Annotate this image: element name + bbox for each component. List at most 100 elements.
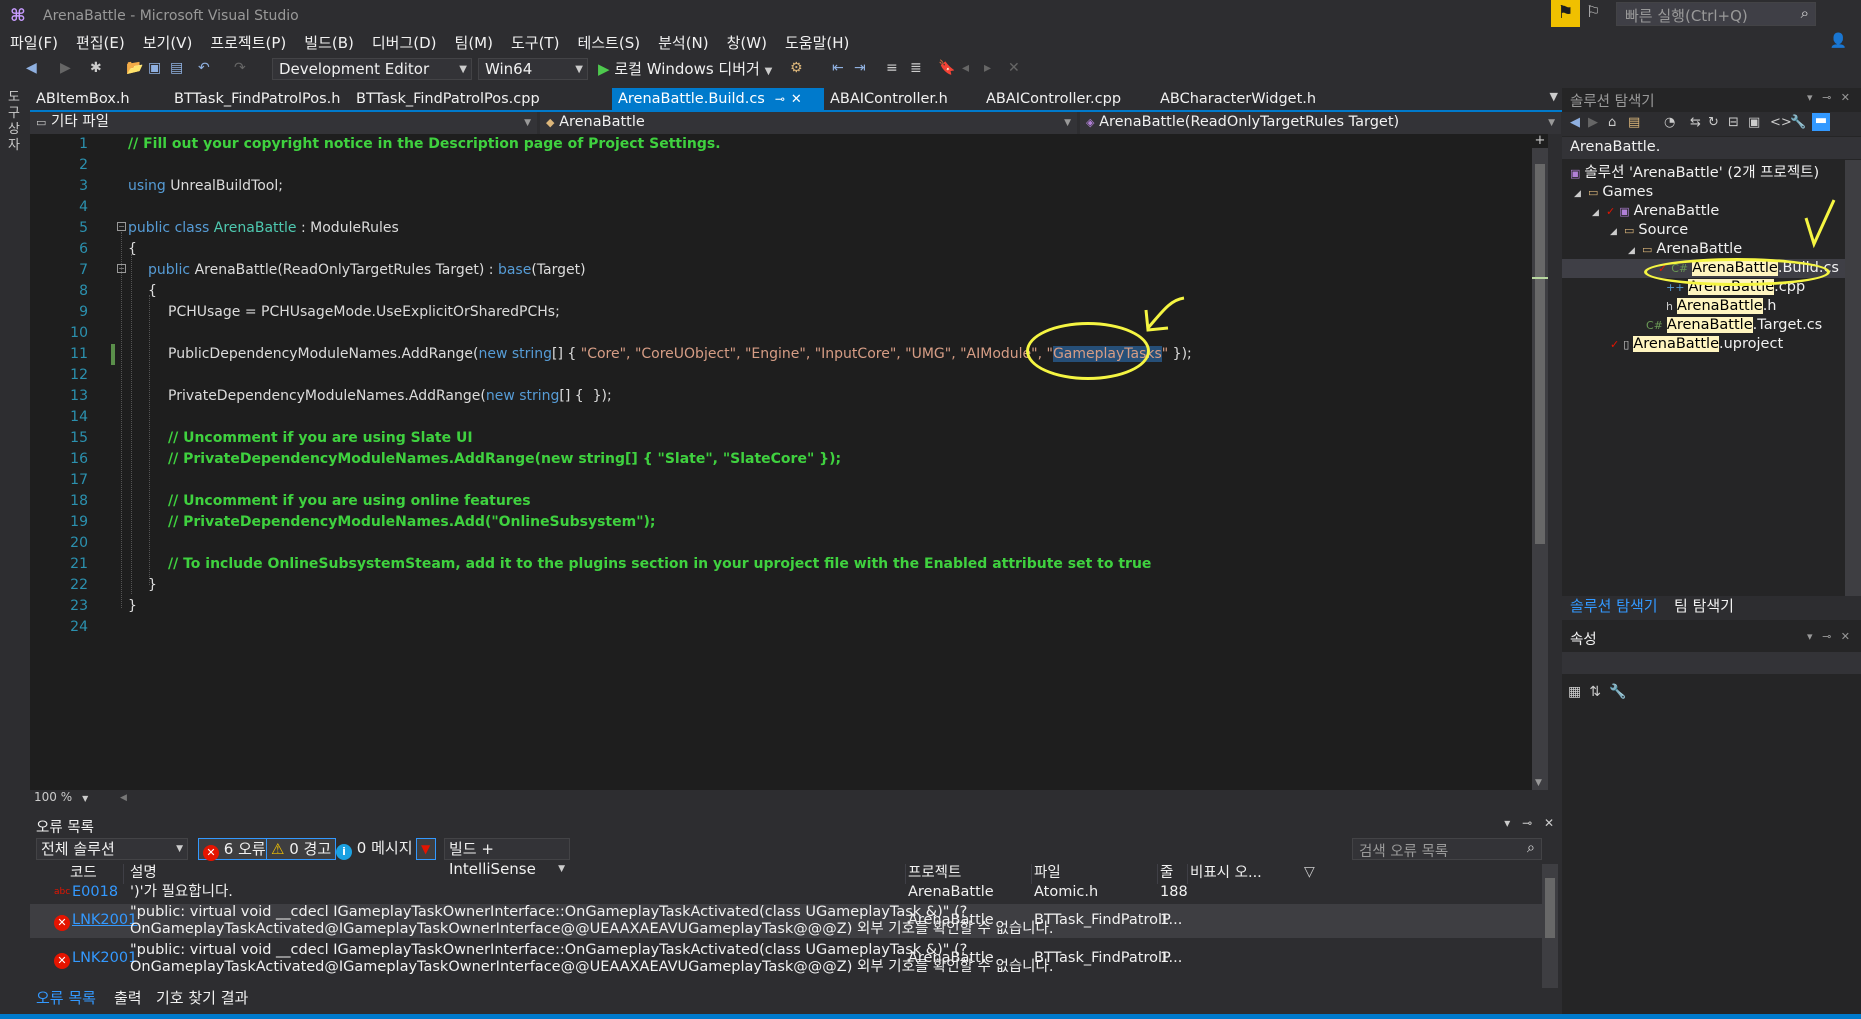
solution-search-input[interactable]: ArenaBattle. (1562, 137, 1861, 159)
panel-controls[interactable]: ▾ ⊸ ✕ (1807, 91, 1853, 104)
messages-filter-button[interactable]: i 0 메시지 (336, 838, 413, 860)
error-search-input[interactable]: 검색 오류 목록 ⌕ (1352, 838, 1542, 860)
menu-build[interactable]: 빌드(B) (295, 30, 363, 56)
column-header-suppression[interactable]: 비표시 오... (1190, 864, 1286, 884)
filter-current-file-icon[interactable]: ▼ (416, 838, 436, 860)
switch-views-icon[interactable]: ▤ (1628, 115, 1640, 130)
prev-bookmark-icon[interactable]: ◂ (962, 60, 969, 76)
step-over-icon[interactable]: ⇥ (854, 60, 866, 76)
column-header-code[interactable]: 코드 (70, 864, 124, 884)
next-bookmark-icon[interactable]: ▸ (984, 60, 991, 76)
menu-window[interactable]: 창(W) (718, 30, 776, 56)
editor-vertical-scrollbar[interactable]: + ▼ (1532, 134, 1548, 790)
menu-tools[interactable]: 도구(T) (502, 30, 568, 56)
browse-icon[interactable]: ⚙ (790, 60, 803, 76)
filter-icon[interactable]: ▽ (1304, 864, 1315, 880)
scroll-thumb[interactable] (1545, 878, 1555, 938)
tab-bttask-findpatrolpos-h[interactable]: BTTask_FindPatrolPos.h (168, 88, 340, 111)
scroll-down-icon[interactable]: ▼ (1535, 778, 1542, 788)
scroll-thumb[interactable] (1535, 164, 1545, 544)
menu-team[interactable]: 팀(M) (446, 30, 502, 56)
menu-test[interactable]: 테스트(S) (568, 30, 649, 56)
feedback-icon[interactable]: ⚐ (1586, 2, 1600, 21)
pin-icon[interactable]: ⊸ (775, 92, 785, 106)
tab-list-dropdown-icon[interactable]: ▼ (1550, 90, 1558, 103)
uncomment-icon[interactable]: ≣ (910, 60, 922, 76)
redo-icon[interactable]: ↷ (234, 60, 246, 76)
save-icon[interactable]: ▣ (148, 60, 161, 76)
refresh-icon[interactable]: ↻ (1708, 115, 1719, 130)
table-row[interactable]: ✕ LNK2001 "public: virtual void __cdecl … (30, 942, 1542, 976)
tab-abaicontroller-h[interactable]: ABAIController.h (824, 88, 948, 111)
tree-file-uproject[interactable]: ✓ ▯ ArenaBattle.uproject (1610, 335, 1783, 354)
properties-object-dropdown[interactable] (1562, 652, 1861, 674)
categorized-icon[interactable]: ▦ (1568, 684, 1589, 700)
tab-arenabattle-build-cs[interactable]: ArenaBattle.Build.cs ⊸ ✕ (612, 88, 824, 111)
split-editor-icon[interactable]: + (1532, 134, 1548, 148)
back-icon[interactable]: ◀ (1570, 115, 1580, 130)
column-header-project[interactable]: 프로젝트 (908, 864, 1032, 884)
errors-filter-button[interactable]: ✕ 6 오류 (198, 838, 271, 861)
error-list-scrollbar[interactable] (1542, 864, 1558, 996)
quick-launch-input[interactable]: 빠른 실행(Ctrl+Q) ⌕ (1616, 2, 1816, 26)
undo-icon[interactable]: ↶ (198, 60, 210, 76)
property-pages-icon[interactable]: 🔧 (1609, 684, 1634, 700)
solution-platform-dropdown[interactable]: Win64 ▼ (478, 58, 588, 80)
tree-project-arenabattle[interactable]: ◢ ✓ ▣ ArenaBattle (1592, 202, 1719, 223)
collapse-class-icon[interactable]: − (117, 222, 126, 231)
error-scope-dropdown[interactable]: 전체 솔루션 ▼ (36, 838, 188, 860)
save-all-icon[interactable]: ▤ (170, 60, 183, 76)
error-code[interactable]: LNK2001 (72, 912, 137, 929)
menu-project[interactable]: 프로젝트(P) (201, 30, 295, 56)
tab-team-explorer[interactable]: 팀 탐색기 (1674, 596, 1734, 617)
open-file-icon[interactable]: 📂 (126, 60, 143, 76)
navigate-forward-icon[interactable]: ▶ (60, 60, 71, 76)
account-icon[interactable]: 👤 (1830, 33, 1847, 49)
notifications-flag-icon[interactable]: ⚑ (1551, 0, 1580, 27)
navigate-back-icon[interactable]: ◀ (26, 60, 37, 76)
clear-bookmarks-icon[interactable]: ✕ (1008, 60, 1020, 76)
view-code-icon[interactable]: <> (1770, 115, 1792, 130)
toolbox-tab[interactable]: 도구 상자 (8, 90, 24, 154)
tab-find-symbol-results[interactable]: 기호 찾기 결과 (156, 988, 248, 1009)
error-code[interactable]: LNK2001 (72, 950, 137, 967)
menu-edit[interactable]: 편집(E) (67, 30, 134, 56)
tree-folder-games[interactable]: ◢ ▭ Games (1574, 183, 1653, 204)
tab-abaicontroller-cpp[interactable]: ABAIController.cpp (980, 88, 1121, 111)
menu-file[interactable]: 파일(F) (0, 30, 67, 56)
menu-view[interactable]: 보기(V) (134, 30, 202, 56)
tree-file-h[interactable]: h ArenaBattle.h (1666, 297, 1777, 316)
close-icon[interactable]: ✕ (791, 92, 802, 107)
tree-solution[interactable]: ▣ 솔루션 'ArenaBattle' (2개 프로젝트) (1570, 164, 1819, 183)
table-row[interactable]: abc E0018 ')'가 필요합니다. ArenaBattle Atomic… (30, 884, 1542, 902)
zoom-dropdown[interactable]: 100 % ▼ (34, 790, 88, 804)
project-scope-dropdown[interactable]: ▭ 기타 파일 ▼ (30, 112, 538, 134)
show-all-files-icon[interactable]: ▣ (1748, 115, 1760, 130)
panel-controls[interactable]: ▾ ⊸ ✕ (1504, 816, 1558, 830)
menu-debug[interactable]: 디버그(D) (363, 30, 446, 56)
horizontal-scroll-left-icon[interactable]: ◀ (120, 793, 127, 803)
bookmark-icon[interactable]: 🔖 (938, 60, 955, 76)
table-row[interactable]: ✕ LNK2001 "public: virtual void __cdecl … (30, 904, 1542, 938)
error-code[interactable]: E0018 (72, 884, 118, 901)
start-debugging-button[interactable]: ▶ 로컬 Windows 디버거 ▼ (598, 58, 772, 79)
tab-output[interactable]: 출력 (114, 988, 142, 1009)
member-dropdown[interactable]: ◈ ArenaBattle(ReadOnlyTargetRules Target… (1080, 112, 1562, 134)
column-header-file[interactable]: 파일 (1034, 864, 1158, 884)
panel-controls[interactable]: ▾ ⊸ ✕ (1807, 630, 1853, 643)
collapse-all-icon[interactable]: ⊟ (1728, 115, 1739, 130)
tab-abitembox-h[interactable]: ABItemBox.h (30, 88, 130, 111)
pending-changes-icon[interactable]: ◔ (1664, 115, 1675, 130)
forward-icon[interactable]: ▶ (1588, 115, 1598, 130)
tab-solution-explorer[interactable]: 솔루션 탐색기 (1570, 596, 1658, 617)
alphabetical-icon[interactable]: ⇅ (1589, 684, 1609, 700)
step-icon[interactable]: ⇤ (832, 60, 844, 76)
home-icon[interactable]: ⌂ (1608, 115, 1616, 130)
tree-file-target-cs[interactable]: C# ArenaBattle.Target.cs (1646, 316, 1822, 335)
properties-wrench-icon[interactable]: 🔧 (1790, 115, 1806, 130)
column-header-description[interactable]: 설명 (130, 864, 906, 884)
preview-selected-icon[interactable]: ▬ (1812, 113, 1830, 131)
solution-configuration-dropdown[interactable]: Development Editor ▼ (272, 58, 472, 80)
type-dropdown[interactable]: ◆ ArenaBattle ▼ (540, 112, 1078, 134)
tree-folder-source[interactable]: ◢ ▭ Source (1610, 221, 1688, 242)
